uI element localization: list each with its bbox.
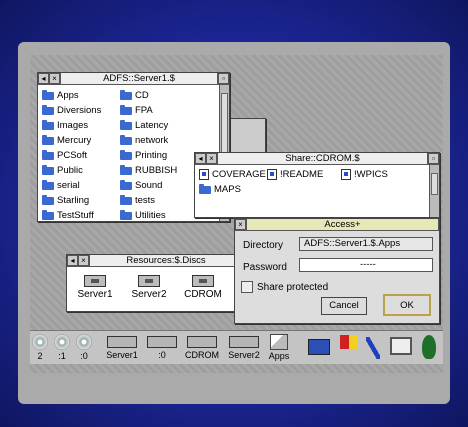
folder-icon <box>42 104 54 115</box>
palette-icon[interactable] <box>338 335 360 359</box>
adfs-title: ADFS::Server1.$ <box>60 73 218 84</box>
directory-field[interactable]: ADFS::Server1.$.Apps <box>299 237 433 251</box>
folder-icon <box>120 179 132 190</box>
adfs-titlebar[interactable]: ◂ × ADFS::Server1.$ ▫ <box>38 73 229 85</box>
scroll-thumb[interactable] <box>221 93 228 153</box>
toggle-size-icon[interactable]: ▫ <box>428 153 439 164</box>
folder-icon <box>120 164 132 175</box>
iconbar-hd0[interactable]: :0 <box>144 334 180 360</box>
checkbox-box <box>241 281 253 293</box>
list-item[interactable]: Diversions <box>42 104 114 117</box>
pen-icon[interactable] <box>366 337 380 359</box>
list-item[interactable]: Latency <box>120 119 210 132</box>
folder-icon <box>42 149 54 160</box>
iconbar-cdrom[interactable]: CDROM <box>184 334 220 360</box>
folder-icon <box>199 183 211 194</box>
iconbar: 2 :1 :0 Server1 :0 CDROM Server2 Apps <box>30 330 443 364</box>
password-label: Password <box>243 262 287 273</box>
folder-icon <box>42 119 54 130</box>
list-item[interactable]: CD <box>120 89 210 102</box>
scroll-thumb[interactable] <box>431 173 438 195</box>
folder-icon <box>120 149 132 160</box>
access-window[interactable]: × Access+ Directory ADFS::Server1.$.Apps… <box>234 218 440 324</box>
drive-icon <box>147 336 177 348</box>
access-title: Access+ <box>246 219 439 230</box>
network-icon[interactable] <box>308 339 330 355</box>
drive-icon <box>229 336 259 348</box>
close-icon[interactable]: × <box>49 73 60 84</box>
back-icon[interactable]: ◂ <box>67 255 78 266</box>
password-field[interactable]: ----- <box>299 258 433 272</box>
cd-icon <box>76 334 92 350</box>
back-icon[interactable]: ◂ <box>38 73 49 84</box>
list-item[interactable]: Images <box>42 119 114 132</box>
resources-titlebar[interactable]: ◂ × Resources:$.Discs <box>67 255 243 267</box>
list-item[interactable]: FPA <box>120 104 210 117</box>
folder-icon <box>120 104 132 115</box>
drive-icon <box>187 336 217 348</box>
folder-icon <box>120 89 132 100</box>
list-item[interactable]: serial <box>42 179 114 192</box>
list-item[interactable]: Public <box>42 164 114 177</box>
directory-label: Directory <box>243 240 284 251</box>
share-titlebar[interactable]: ◂ × Share::CDROM.$ ▫ <box>195 153 439 165</box>
folder-icon <box>120 194 132 205</box>
disc-icon <box>84 275 106 287</box>
iconbar-drive-1[interactable]: :1 <box>52 334 72 361</box>
list-item[interactable]: !WPICS <box>341 168 411 181</box>
iconbar-drive-2[interactable]: 2 <box>30 334 50 361</box>
file-icon <box>199 169 209 180</box>
iconbar-drive-0[interactable]: :0 <box>74 334 94 361</box>
monitor-icon[interactable] <box>390 337 412 355</box>
folder-icon <box>42 194 54 205</box>
disc-icon <box>192 275 214 287</box>
list-item[interactable]: !README <box>267 168 335 181</box>
disc-item[interactable]: Server1 <box>75 275 115 300</box>
list-item[interactable]: network <box>120 134 210 147</box>
list-item[interactable]: TestStuff <box>42 209 114 222</box>
folder-icon <box>120 119 132 130</box>
drive-icon <box>107 336 137 348</box>
share-protected-checkbox[interactable]: Share protected <box>241 281 328 293</box>
share-title: Share::CDROM.$ <box>217 153 428 164</box>
close-icon[interactable]: × <box>78 255 89 266</box>
resources-window[interactable]: ◂ × Resources:$.Discs Server1 Server2 CD… <box>66 254 244 312</box>
disc-item[interactable]: Server2 <box>129 275 169 300</box>
list-item[interactable]: Starling <box>42 194 114 207</box>
list-item[interactable]: PCSoft <box>42 149 114 162</box>
back-icon[interactable]: ◂ <box>195 153 206 164</box>
close-icon[interactable]: × <box>235 219 246 230</box>
access-titlebar[interactable]: × Access+ <box>235 219 439 231</box>
list-item[interactable]: MAPS <box>199 183 261 196</box>
file-icon <box>341 169 351 180</box>
cd-icon <box>32 334 48 350</box>
acorn-icon[interactable] <box>422 335 436 359</box>
list-item[interactable]: COVERAGE <box>199 168 266 181</box>
folder-icon <box>42 209 54 220</box>
list-item[interactable]: Mercury <box>42 134 114 147</box>
iconbar-apps[interactable]: Apps <box>266 334 292 361</box>
folder-icon <box>42 164 54 175</box>
apps-icon <box>270 334 288 350</box>
resources-title: Resources:$.Discs <box>89 255 243 266</box>
disc-icon <box>138 275 160 287</box>
iconbar-server2[interactable]: Server2 <box>224 334 264 360</box>
cd-icon <box>54 334 70 350</box>
folder-icon <box>42 134 54 145</box>
cancel-button[interactable]: Cancel <box>321 297 367 315</box>
share-window[interactable]: ◂ × Share::CDROM.$ ▫ COVERAGE !README !W… <box>194 152 440 218</box>
ok-button[interactable]: OK <box>383 294 431 316</box>
folder-icon <box>120 134 132 145</box>
file-icon <box>267 169 277 180</box>
folder-icon <box>42 89 54 100</box>
list-item[interactable]: Apps <box>42 89 114 102</box>
folder-icon <box>120 209 132 220</box>
iconbar-server1[interactable]: Server1 <box>102 334 142 360</box>
disc-item[interactable]: CDROM <box>183 275 223 300</box>
folder-icon <box>42 179 54 190</box>
toggle-size-icon[interactable]: ▫ <box>218 73 229 84</box>
close-icon[interactable]: × <box>206 153 217 164</box>
vertical-scrollbar[interactable] <box>429 165 439 217</box>
